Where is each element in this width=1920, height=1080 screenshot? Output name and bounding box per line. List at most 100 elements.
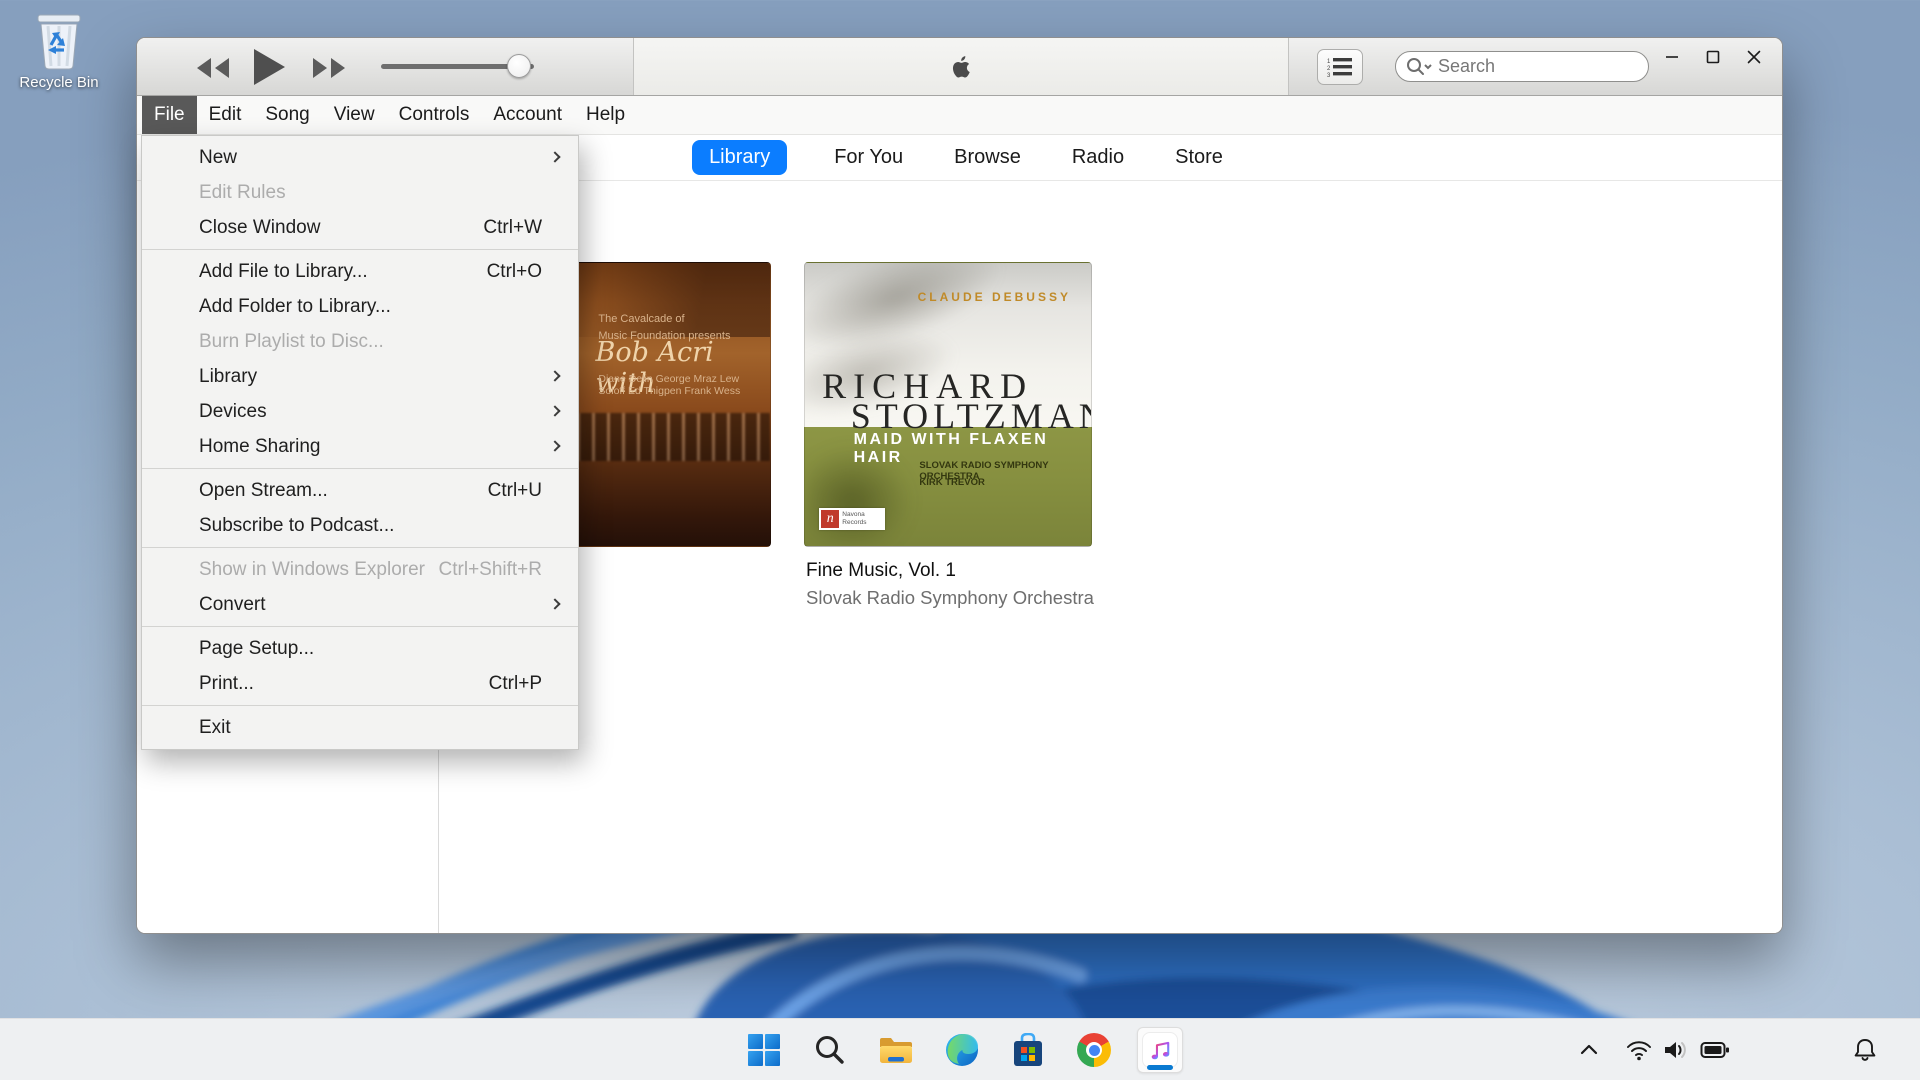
file-menu-burn-playlist: Burn Playlist to Disc... [142, 324, 578, 359]
microsoft-store-button[interactable] [1005, 1027, 1051, 1073]
menu-help[interactable]: Help [574, 96, 637, 134]
tab-for-you[interactable]: For You [830, 140, 907, 175]
tab-browse[interactable]: Browse [950, 140, 1025, 175]
album2-conductor: KIRK TREVOR [919, 477, 984, 488]
minimize-button[interactable] [1658, 43, 1686, 71]
recycle-bin-label: Recycle Bin [13, 74, 105, 91]
menu-separator [142, 547, 578, 548]
menu-edit[interactable]: Edit [197, 96, 254, 134]
search-box[interactable] [1395, 51, 1649, 82]
hidden-icons-button[interactable] [1578, 1019, 1600, 1080]
microsoft-store-icon [1012, 1033, 1044, 1067]
submenu-chevron-icon [549, 598, 560, 609]
windows-start-icon [747, 1033, 781, 1067]
submenu-chevron-icon [549, 151, 560, 162]
file-menu-open-stream[interactable]: Open Stream...Ctrl+U [142, 473, 578, 508]
record-label-logo: n Navona Records [819, 508, 885, 530]
wifi-status[interactable] [1626, 1019, 1652, 1080]
tab-store[interactable]: Store [1171, 140, 1227, 175]
rewind-button[interactable] [193, 57, 233, 79]
fast-forward-button[interactable] [309, 57, 349, 79]
album1-piano-keys [547, 413, 770, 461]
itunes-window: 1 2 3 [136, 37, 1783, 934]
menu-separator [142, 705, 578, 706]
shortcut-label: Ctrl+Shift+R [439, 559, 542, 581]
album2-caption: Fine Music, Vol. 1 Slovak Radio Symphony… [806, 560, 1094, 609]
submenu-chevron-icon [549, 370, 560, 381]
album2-artist-last: STOLTZMAN [851, 395, 1092, 437]
album1-musicians: Diane Delin George Mraz Lew Soloff Ed Th… [598, 373, 758, 397]
file-menu-convert[interactable]: Convert [142, 587, 578, 622]
toolbar: 1 2 3 [137, 38, 1782, 96]
album-title[interactable]: Fine Music, Vol. 1 [806, 560, 1094, 582]
start-button[interactable] [741, 1027, 787, 1073]
record-label-mark: n [821, 510, 839, 528]
itunes-button[interactable] [1137, 1027, 1183, 1073]
tab-radio[interactable]: Radio [1068, 140, 1128, 175]
recycle-bin-icon [31, 12, 87, 72]
submenu-chevron-icon [549, 405, 560, 416]
apple-logo-icon [943, 49, 973, 85]
shortcut-label: Ctrl+W [483, 217, 542, 239]
edge-button[interactable] [939, 1027, 985, 1073]
file-menu-edit-rules: Edit Rules [142, 175, 578, 210]
search-icon [1406, 57, 1432, 77]
menu-file[interactable]: File [142, 96, 197, 134]
maximize-button[interactable] [1699, 43, 1727, 71]
menu-view[interactable]: View [322, 96, 387, 134]
recycle-bin[interactable]: Recycle Bin [13, 12, 105, 91]
tab-library[interactable]: Library [692, 140, 787, 175]
menu-controls[interactable]: Controls [387, 96, 482, 134]
file-menu-page-setup[interactable]: Page Setup... [142, 631, 578, 666]
file-menu-print[interactable]: Print...Ctrl+P [142, 666, 578, 701]
album-artist[interactable]: Slovak Radio Symphony Orchestra [806, 587, 1094, 609]
search-input[interactable] [1438, 56, 1638, 77]
play-button[interactable] [251, 48, 287, 86]
menu-separator [142, 249, 578, 250]
file-explorer-button[interactable] [873, 1027, 919, 1073]
menu-song[interactable]: Song [253, 96, 321, 134]
taskbar-search-button[interactable] [807, 1027, 853, 1073]
itunes-icon [1142, 1032, 1178, 1068]
file-menu-subscribe-podcast[interactable]: Subscribe to Podcast... [142, 508, 578, 543]
file-explorer-icon [878, 1034, 914, 1066]
record-label-line1: Navona [842, 511, 866, 519]
bell-icon [1852, 1037, 1878, 1063]
file-menu-exit[interactable]: Exit [142, 710, 578, 745]
file-menu-new[interactable]: New [142, 140, 578, 175]
file-menu-show-in-explorer: Show in Windows ExplorerCtrl+Shift+R [142, 552, 578, 587]
volume-slider-knob[interactable] [507, 54, 531, 78]
active-app-indicator [1147, 1065, 1173, 1070]
taskbar-search-icon [814, 1034, 846, 1066]
file-menu-add-folder[interactable]: Add Folder to Library... [142, 289, 578, 324]
menu-separator [142, 468, 578, 469]
chrome-button[interactable] [1071, 1027, 1117, 1073]
album-art-fine-music[interactable]: CLAUDE DEBUSSY RICHARD STOLTZMAN MAID WI… [804, 262, 1092, 547]
close-button[interactable] [1740, 43, 1768, 71]
chrome-icon [1077, 1033, 1111, 1067]
shortcut-label: Ctrl+O [487, 261, 542, 283]
volume-status[interactable] [1662, 1019, 1690, 1080]
album1-presenter-line1: The Cavalcade of [598, 311, 730, 328]
svg-text:3: 3 [1327, 73, 1331, 77]
album2-composer: CLAUDE DEBUSSY [918, 290, 1071, 304]
file-menu-dropdown: New Edit Rules Close WindowCtrl+W Add Fi… [141, 135, 579, 750]
edge-icon [945, 1033, 979, 1067]
battery-status[interactable] [1700, 1019, 1730, 1080]
file-menu-close-window[interactable]: Close WindowCtrl+W [142, 210, 578, 245]
file-menu-devices[interactable]: Devices [142, 394, 578, 429]
speaker-icon [1662, 1038, 1690, 1062]
file-menu-add-file[interactable]: Add File to Library...Ctrl+O [142, 254, 578, 289]
file-menu-home-sharing[interactable]: Home Sharing [142, 429, 578, 464]
submenu-chevron-icon [549, 440, 560, 451]
record-label-line2: Records [842, 519, 866, 527]
menu-separator [142, 626, 578, 627]
view-list-button[interactable]: 1 2 3 [1317, 49, 1363, 85]
file-menu-library[interactable]: Library [142, 359, 578, 394]
battery-icon [1700, 1039, 1730, 1061]
chevron-up-icon [1578, 1039, 1600, 1061]
notifications-button[interactable] [1852, 1019, 1878, 1080]
menu-account[interactable]: Account [481, 96, 574, 134]
menu-bar: File Edit Song View Controls Account Hel… [137, 96, 1782, 135]
wifi-icon [1626, 1038, 1652, 1062]
